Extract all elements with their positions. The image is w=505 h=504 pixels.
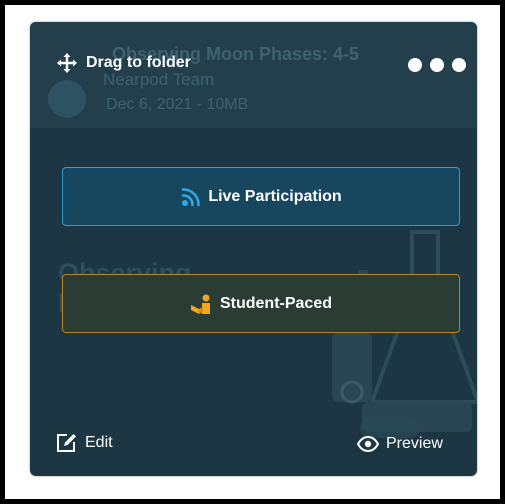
ellipsis-icon-dot	[452, 58, 466, 72]
live-broadcast-icon	[180, 186, 202, 208]
ellipsis-icon-dot	[430, 58, 444, 72]
student-reading-icon	[190, 293, 214, 315]
drag-to-folder-handle[interactable]: Drag to folder	[56, 52, 191, 74]
lesson-card-header	[30, 22, 477, 128]
eye-icon	[357, 436, 379, 452]
author-avatar	[48, 80, 86, 118]
lesson-meta: Dec 6, 2021 - 10MB	[106, 96, 249, 113]
student-paced-label: Student-Paced	[219, 294, 332, 312]
lesson-card: Observing Moon Phases: 4-5 Nearpod Team …	[30, 22, 477, 476]
drag-to-folder-label: Drag to folder	[86, 54, 191, 71]
live-participation-label: Live Participation	[208, 187, 342, 205]
preview-button[interactable]: Preview	[357, 435, 443, 453]
edit-icon	[57, 434, 76, 452]
student-paced-button[interactable]: Student-Paced	[62, 274, 460, 333]
preview-label: Preview	[386, 435, 443, 452]
screenshot-frame: Observing Moon Phases: 4-5 Nearpod Team …	[5, 5, 500, 499]
more-options-button[interactable]	[408, 56, 466, 74]
edit-button[interactable]: Edit	[56, 433, 113, 453]
live-participation-button[interactable]: Live Participation	[62, 167, 460, 226]
move-arrows-icon	[57, 53, 77, 73]
edit-label: Edit	[85, 434, 113, 451]
ellipsis-icon	[408, 58, 422, 72]
